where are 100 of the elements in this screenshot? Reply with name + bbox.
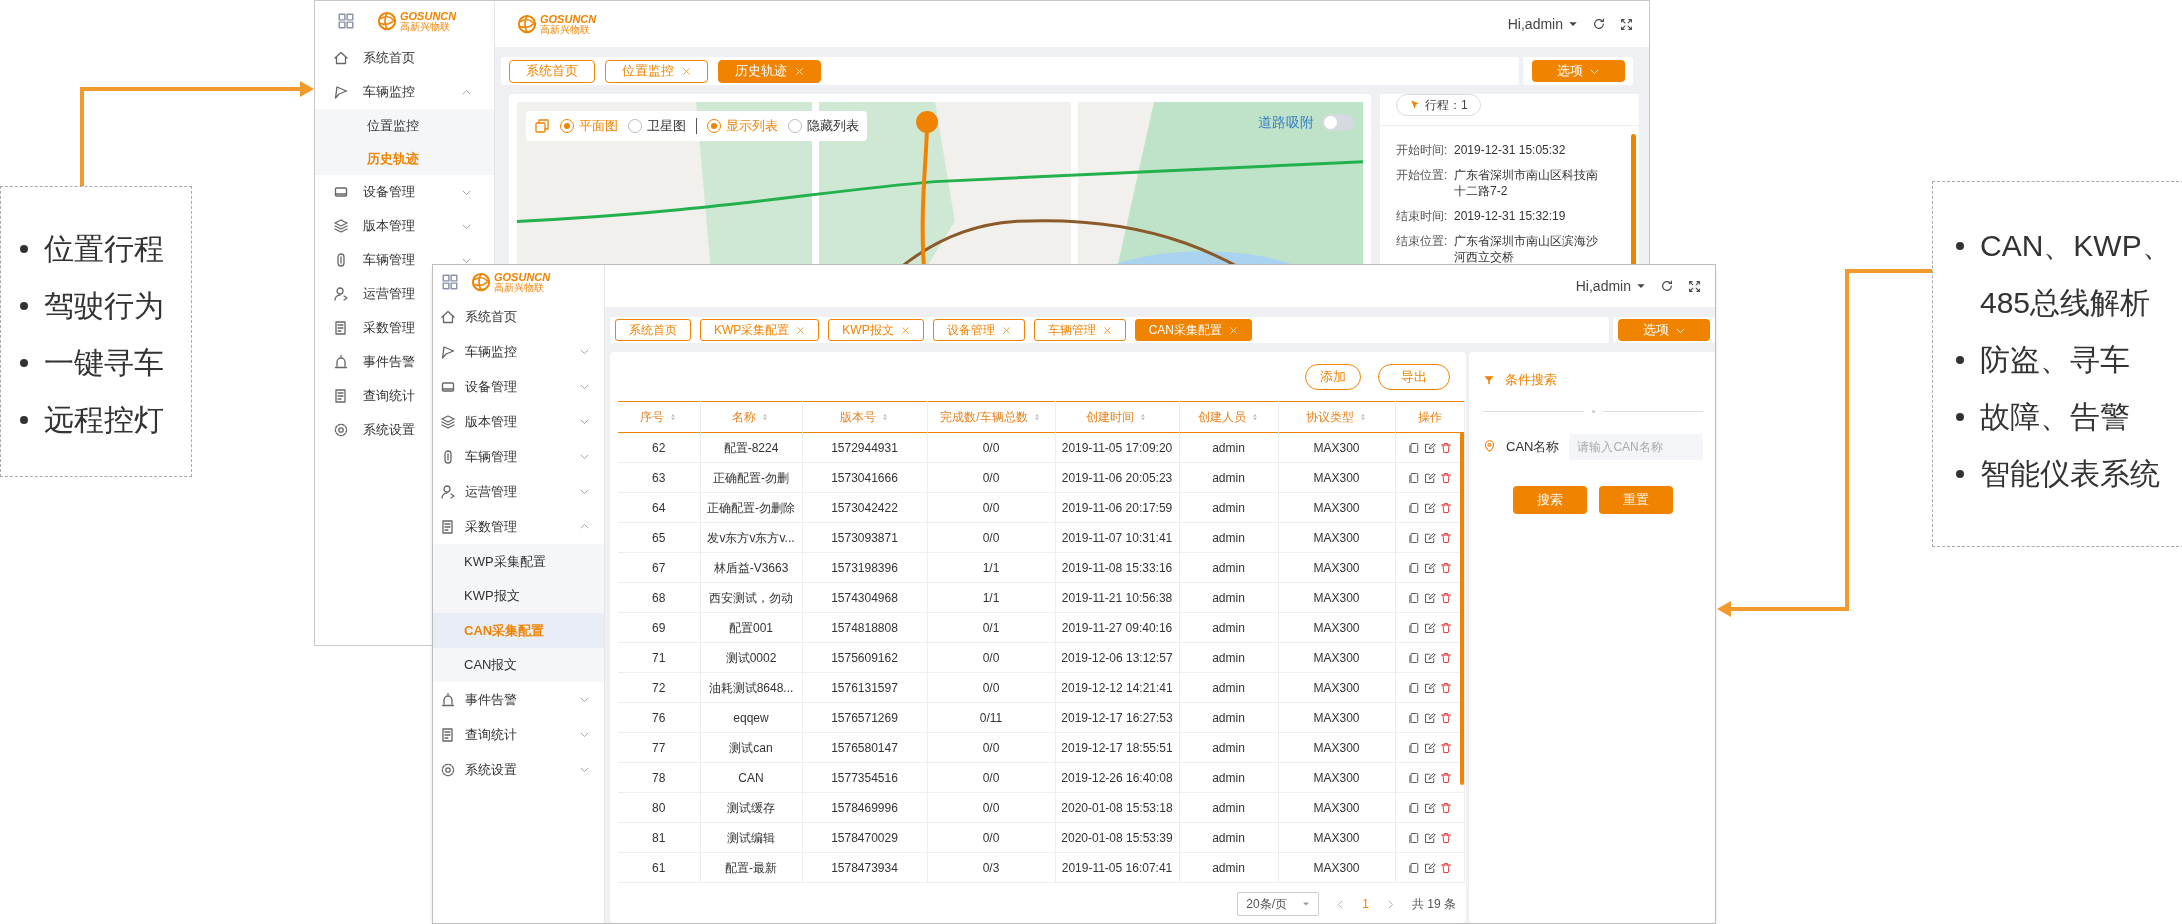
submenu-item[interactable]: CAN报文 [433,647,604,682]
table-cell: 0/0 [927,732,1055,763]
table-cell: admin [1179,852,1278,883]
table-cell: 2019-12-26 16:40:08 [1055,762,1179,793]
menu-item[interactable]: 车辆管理 [440,446,517,467]
detail-value: 2019-12-31 15:05:32 [1454,142,1567,158]
menu-item[interactable]: 运营管理 [440,481,517,502]
table-cell: 69 [618,612,700,643]
table-cell: 2020-01-08 15:53:18 [1055,792,1179,823]
menu-item[interactable]: 查询统计 [333,386,415,406]
callout-text: 远程控灯 [44,402,164,438]
callout-text: 一键寻车 [44,345,164,381]
menu-item[interactable]: 系统设置 [333,420,415,440]
menu-item[interactable]: 版本管理 [333,216,415,236]
table-cell: 2019-11-05 17:09:20 [1055,432,1179,463]
submenu-item[interactable]: 位置监控 [315,109,494,142]
menu-item[interactable]: 系统设置 [440,759,517,780]
table-cell: 2019-12-17 16:27:53 [1055,702,1179,733]
table-cell: MAX300 [1278,612,1395,643]
menu-item[interactable]: 系统首页 [333,48,415,68]
table-cell: MAX300 [1278,852,1395,883]
menu-item[interactable]: 车辆管理 [333,250,415,270]
detail-label: 开始位置: [1396,167,1449,184]
table-cell: 1573198396 [802,552,927,583]
table-cell: MAX300 [1278,702,1395,733]
table-cell: MAX300 [1278,432,1395,463]
table-cell: 测试缓存 [700,792,802,823]
column-header: 操作 [1395,401,1464,433]
table-cell: MAX300 [1278,822,1395,853]
table-cell: MAX300 [1278,672,1395,703]
table-cell: 2019-11-21 10:56:38 [1055,582,1179,613]
table-cell: 62 [618,432,700,463]
detail-value: 广东省深圳市南山区科技南十二路7-2 [1454,167,1599,199]
callout-text: CAN、KWP、485总线解析 [1980,228,2173,321]
detail-label: 结束时间: [1396,208,1449,224]
logo-tagline: 高新兴物联 [400,21,450,32]
table-cell: MAX300 [1278,762,1395,793]
table-cell: MAX300 [1278,642,1395,673]
table-cell: 1574818808 [802,612,927,643]
radio-option[interactable]: 隐藏列表 [788,116,859,136]
table-cell: 1576580147 [802,732,927,763]
table-cell: 0/0 [927,432,1055,463]
table-cell: 77 [618,732,700,763]
radio-option[interactable]: 卫星图 [628,116,686,136]
table-cell: admin [1179,762,1278,793]
menu-item[interactable]: 车辆监控 [440,341,517,362]
table-cell: 68 [618,582,700,613]
field-label: CAN名称 [1506,437,1560,456]
submenu-item[interactable]: KWP报文 [433,578,604,613]
table-cell: 林盾益-V3663 [700,552,802,583]
panel-title: 条件搜索 [1505,371,1557,389]
user-menu[interactable]: Hi,admin [1575,275,1646,297]
table-cell: 78 [618,762,700,793]
table-cell: 76 [618,702,700,733]
callout-text: 防盗、寻车 [1980,342,2131,378]
logo-text: GOSUNCN [494,271,551,283]
text-input[interactable]: 请输入CAN名称 [1569,433,1704,460]
menu-item[interactable]: 版本管理 [440,411,517,432]
table-cell: 测试can [700,732,802,763]
table-cell: 0/0 [927,492,1055,523]
table-cell: MAX300 [1278,522,1395,553]
page-size-select[interactable]: 20条/页 [1237,892,1320,916]
table-cell: admin [1179,582,1278,613]
table-cell: 0/3 [927,852,1055,883]
menu-item[interactable]: 查询统计 [440,724,517,745]
table-cell: 油耗测试8648... [700,672,802,703]
menu-item[interactable]: 事件告警 [440,689,517,710]
table-cell: 2019-12-17 18:55:51 [1055,732,1179,763]
menu-item[interactable]: 设备管理 [333,182,415,202]
table-cell: admin [1179,612,1278,643]
table-cell: 2019-11-06 20:17:59 [1055,492,1179,523]
menu-item[interactable]: 设备管理 [440,376,517,397]
detail-value: 2019-12-31 15:32:19 [1454,208,1567,224]
table-cell: 0/0 [927,762,1055,793]
user-menu[interactable]: Hi,admin [1507,13,1578,35]
callout-text: 驾驶行为 [44,288,164,324]
table-cell: 71 [618,642,700,673]
menu-item[interactable]: 车辆监控 [333,82,415,102]
table-cell: MAX300 [1278,552,1395,583]
table-cell: MAX300 [1278,582,1395,613]
table-cell: 81 [618,822,700,853]
table-cell: admin [1179,702,1278,733]
detail-label: 结束位置: [1396,233,1449,250]
table-cell: MAX300 [1278,732,1395,763]
table-cell: 1/1 [927,552,1055,583]
table-cell: admin [1179,522,1278,553]
menu-item[interactable]: 采数管理 [440,516,517,537]
table-cell: admin [1179,552,1278,583]
submenu-item[interactable]: KWP采集配置 [433,544,604,579]
table-cell: 2019-12-12 14:21:41 [1055,672,1179,703]
table-cell: admin [1179,792,1278,823]
logo-tagline: 高新兴物联 [540,24,590,35]
table-cell: 63 [618,462,700,493]
menu-item[interactable]: 系统首页 [440,306,517,327]
detail-value: 广东省深圳市南山区滨海沙河西立交桥 [1454,233,1599,265]
table-cell: 配置-8224 [700,432,802,463]
menu-item[interactable]: 采数管理 [333,318,415,338]
menu-item[interactable]: 运营管理 [333,284,415,304]
menu-item[interactable]: 事件告警 [333,352,415,372]
table-cell: 测试编辑 [700,822,802,853]
